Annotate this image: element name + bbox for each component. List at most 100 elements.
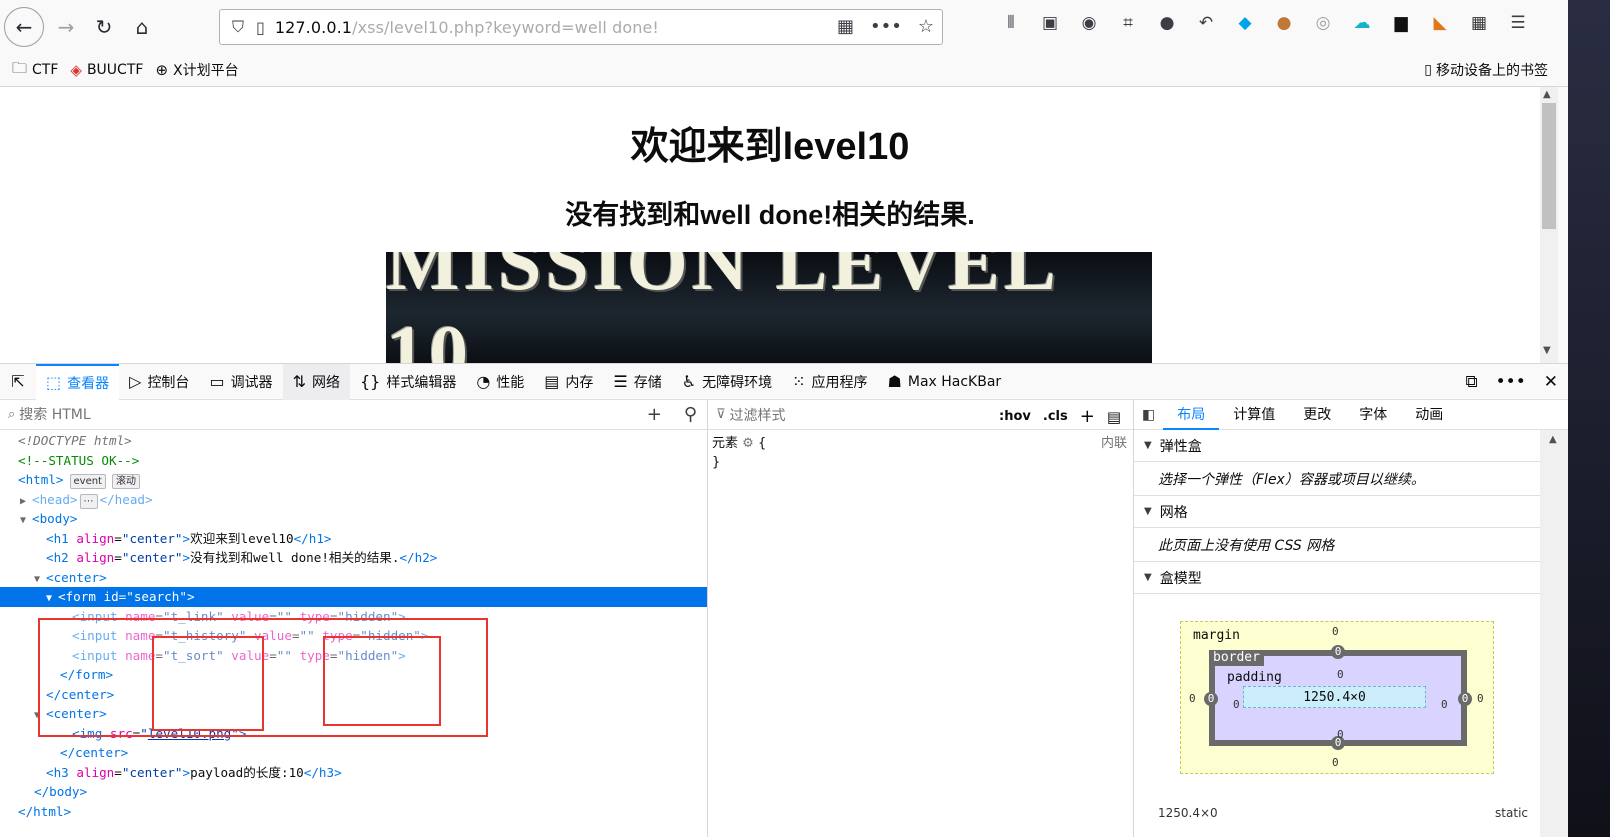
tab-memory[interactable]: ▤ 内存: [534, 364, 603, 400]
tree-center-2-close[interactable]: </center>: [0, 743, 707, 763]
html-search-input[interactable]: [19, 406, 320, 423]
tree-h3[interactable]: <h3 align="center">payload的长度:10</h3>: [0, 763, 707, 783]
tab-fonts[interactable]: 字体: [1345, 400, 1401, 430]
scroll-up-icon[interactable]: ▲: [1549, 434, 1557, 445]
cls-toggle[interactable]: .cls: [1043, 409, 1068, 424]
event-badge[interactable]: event: [69, 474, 106, 489]
forward-icon[interactable]: →: [50, 11, 82, 43]
tree-h2[interactable]: <h2 align="center">没有找到和well done!相关的结果.…: [0, 548, 707, 568]
home-icon[interactable]: ⌂: [126, 11, 158, 43]
print-media-icon[interactable]: ▤: [1107, 408, 1121, 426]
page-scrollbar[interactable]: ▲ ▼: [1540, 87, 1558, 363]
layout-scrollbar[interactable]: ▲: [1540, 430, 1568, 837]
tree-center[interactable]: ▼ <center>: [0, 568, 707, 588]
mobile-bookmarks[interactable]: ▯ 移动设备上的书签: [1424, 60, 1548, 80]
tree-html[interactable]: <html> event 滚动: [0, 470, 707, 490]
flexbox-section-header[interactable]: ▼ 弹性盒: [1134, 430, 1540, 462]
tree-comment[interactable]: <!--STATUS OK-->: [0, 451, 707, 471]
page-content: 欢迎来到level10 没有找到和well done!相关的结果. MISSIO…: [0, 87, 1540, 363]
tree-form-selected[interactable]: ▼ <form id="search">: [0, 587, 707, 607]
tree-doctype[interactable]: <!DOCTYPE html>: [0, 431, 707, 451]
extensions-icon[interactable]: ▦: [1468, 12, 1490, 34]
tab-hackbar[interactable]: ☗ Max HacKBar: [878, 364, 1012, 400]
boxmodel-section-header[interactable]: ▼ 盒模型: [1134, 562, 1540, 594]
sidebar-icon[interactable]: ▣: [1039, 12, 1061, 34]
padding-bottom[interactable]: 0: [1337, 728, 1344, 741]
box-content-size[interactable]: 1250.4×0: [1243, 686, 1426, 708]
menu-icon[interactable]: ☰: [1507, 12, 1529, 34]
tree-body-close[interactable]: </body>: [0, 782, 707, 802]
reload-icon[interactable]: ↻: [88, 11, 120, 43]
scroll-up-icon[interactable]: ▲: [1543, 89, 1551, 100]
add-node-icon[interactable]: +: [647, 404, 662, 425]
tab-performance[interactable]: ◔ 性能: [466, 364, 534, 400]
sidebar-toggle-icon[interactable]: ◧: [1134, 407, 1163, 423]
margin-left[interactable]: 0: [1189, 692, 1196, 705]
tab-layout[interactable]: 布局: [1163, 400, 1220, 430]
storage-icon: ☰: [613, 372, 628, 391]
url-text[interactable]: 127.0.0.1/xss/level10.php?keyword=well d…: [275, 18, 659, 37]
padding-left[interactable]: 0: [1233, 698, 1240, 711]
border-top[interactable]: 0: [1331, 645, 1345, 659]
tab-style-editor[interactable]: {} 样式编辑器: [350, 364, 466, 400]
tree-head[interactable]: ▶ <head> ⋯ </head>: [0, 490, 707, 510]
bookmark-x-plan[interactable]: ⊕ X计划平台: [155, 60, 238, 80]
element-picker-icon[interactable]: ⇱: [0, 364, 36, 400]
bookmark-buuctf[interactable]: ◈ BUUCTF: [70, 61, 143, 79]
filter-icon: ⊽: [716, 407, 726, 422]
metamask-icon[interactable]: ◣: [1429, 12, 1451, 34]
shield-icon[interactable]: ⛉: [232, 17, 244, 37]
tree-h1[interactable]: <h1 align="center">欢迎来到level10</h1>: [0, 529, 707, 549]
scroll-badge[interactable]: 滚动: [111, 474, 140, 489]
vr-extension-icon[interactable]: ▆: [1390, 12, 1412, 34]
tab-animations[interactable]: 动画: [1401, 400, 1457, 430]
screenshot-icon[interactable]: ⌗: [1117, 12, 1139, 34]
qr-code-icon[interactable]: ▦: [837, 16, 854, 37]
margin-right[interactable]: 0: [1477, 692, 1484, 705]
page-actions-icon[interactable]: •••: [870, 16, 902, 37]
eyedropper-icon[interactable]: ⚲: [684, 404, 697, 425]
tab-debugger[interactable]: ▭ 调试器: [199, 364, 282, 400]
tab-accessibility[interactable]: ♿ 无障碍环境: [672, 364, 782, 400]
tab-changes[interactable]: 更改: [1289, 400, 1345, 430]
tab-computed[interactable]: 计算值: [1219, 400, 1289, 430]
tab-inspector[interactable]: ⬚ 查看器: [36, 363, 120, 400]
tab-storage[interactable]: ☰ 存储: [603, 364, 671, 400]
tree-body[interactable]: ▼ <body>: [0, 509, 707, 529]
account-icon[interactable]: ◉: [1078, 12, 1100, 34]
bookmark-star-icon[interactable]: ☆: [918, 16, 934, 37]
border-left[interactable]: 0: [1204, 692, 1218, 706]
element-rule[interactable]: 元素 ⚙ { } 内联: [708, 430, 1133, 476]
scroll-down-icon[interactable]: ▼: [1543, 345, 1551, 356]
desktop-background: [1568, 0, 1610, 837]
add-rule-icon[interactable]: +: [1080, 406, 1095, 427]
tab-console[interactable]: ▷ 控制台: [119, 364, 199, 400]
url-bar[interactable]: ⛉ ▯ 127.0.0.1/xss/level10.php?keyword=we…: [219, 9, 943, 45]
bookmark-ctf[interactable]: 🗀 CTF: [12, 58, 58, 83]
cookie-icon[interactable]: ●: [1273, 12, 1295, 34]
cube-extension-icon[interactable]: ◆: [1234, 12, 1256, 34]
border-right[interactable]: 0: [1458, 692, 1472, 706]
padding-top[interactable]: 0: [1337, 668, 1344, 681]
circle-extension-icon[interactable]: ◎: [1312, 12, 1334, 34]
devtools-menu-icon[interactable]: •••: [1496, 372, 1526, 392]
close-icon[interactable]: ✕: [1544, 372, 1558, 392]
hov-toggle[interactable]: :hov: [999, 409, 1031, 424]
undo-icon[interactable]: ↶: [1195, 12, 1217, 34]
annotation-box-types: [323, 636, 441, 726]
padding-right[interactable]: 0: [1441, 698, 1448, 711]
scrollbar-thumb[interactable]: [1542, 103, 1556, 229]
dock-icon[interactable]: ⧉: [1466, 372, 1478, 392]
tree-html-close[interactable]: </html>: [0, 802, 707, 822]
cloud-icon[interactable]: ☁: [1351, 12, 1373, 34]
tab-network[interactable]: ⇅ 网络: [282, 363, 350, 400]
margin-top[interactable]: 0: [1332, 625, 1339, 638]
tab-application[interactable]: ⁙ 应用程序: [782, 364, 877, 400]
chat-icon[interactable]: ●: [1156, 12, 1178, 34]
margin-bottom[interactable]: 0: [1332, 756, 1339, 769]
library-icon[interactable]: ⫴: [1000, 12, 1022, 34]
filter-styles-input[interactable]: 过滤样式: [730, 405, 786, 425]
gear-icon[interactable]: ⚙: [742, 436, 754, 451]
grid-section-header[interactable]: ▼ 网格: [1134, 496, 1540, 528]
back-icon[interactable]: ←: [4, 7, 44, 47]
